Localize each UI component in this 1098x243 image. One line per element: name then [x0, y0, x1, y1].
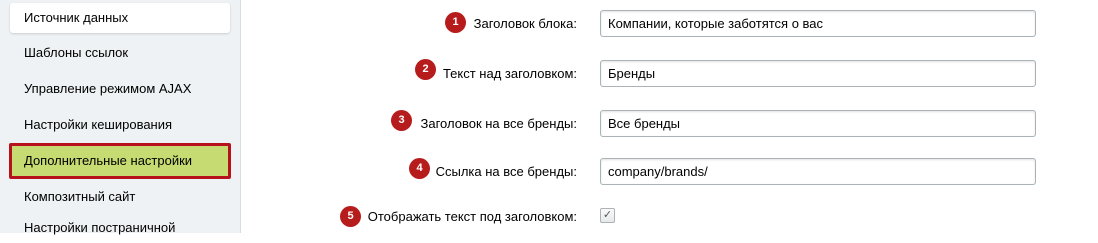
text-above-title-label: Текст над заголовком:: [442, 66, 577, 81]
step-badge-3: 3: [391, 110, 412, 131]
sidebar-item-composite-site[interactable]: Композитный сайт: [10, 182, 230, 212]
step-badge-4: 4: [409, 158, 430, 179]
settings-sidebar: Источник данных Шаблоны ссылок Управлени…: [0, 0, 241, 235]
checkmark-icon: ✓: [602, 209, 613, 221]
step-badge-2: 2: [415, 59, 436, 80]
all-brands-link-label: Ссылка на все бренды:: [435, 164, 577, 179]
show-text-under-title-checkbox[interactable]: ✓: [600, 208, 615, 223]
all-brands-title-label: Заголовок на все бренды:: [420, 116, 577, 131]
sidebar-item-caching[interactable]: Настройки кеширования: [10, 110, 230, 140]
sidebar-item-ajax-mode[interactable]: Управление режимом AJAX: [10, 74, 230, 104]
sidebar-item-additional-settings[interactable]: Дополнительные настройки: [9, 143, 231, 179]
block-title-input[interactable]: [600, 10, 1036, 37]
sidebar-item-pagination-settings[interactable]: Настройки постраничной: [10, 213, 230, 243]
all-brands-title-input[interactable]: [600, 110, 1036, 137]
sidebar-item-data-source[interactable]: Источник данных: [10, 3, 230, 33]
step-badge-1: 1: [445, 12, 466, 33]
step-badge-5: 5: [340, 206, 361, 227]
all-brands-link-input[interactable]: [600, 158, 1036, 185]
text-above-title-input[interactable]: [600, 60, 1036, 87]
sidebar-item-link-templates[interactable]: Шаблоны ссылок: [10, 38, 230, 68]
block-title-label: Заголовок блока:: [473, 16, 577, 31]
show-text-under-title-label: Отображать текст под заголовком:: [367, 209, 577, 224]
